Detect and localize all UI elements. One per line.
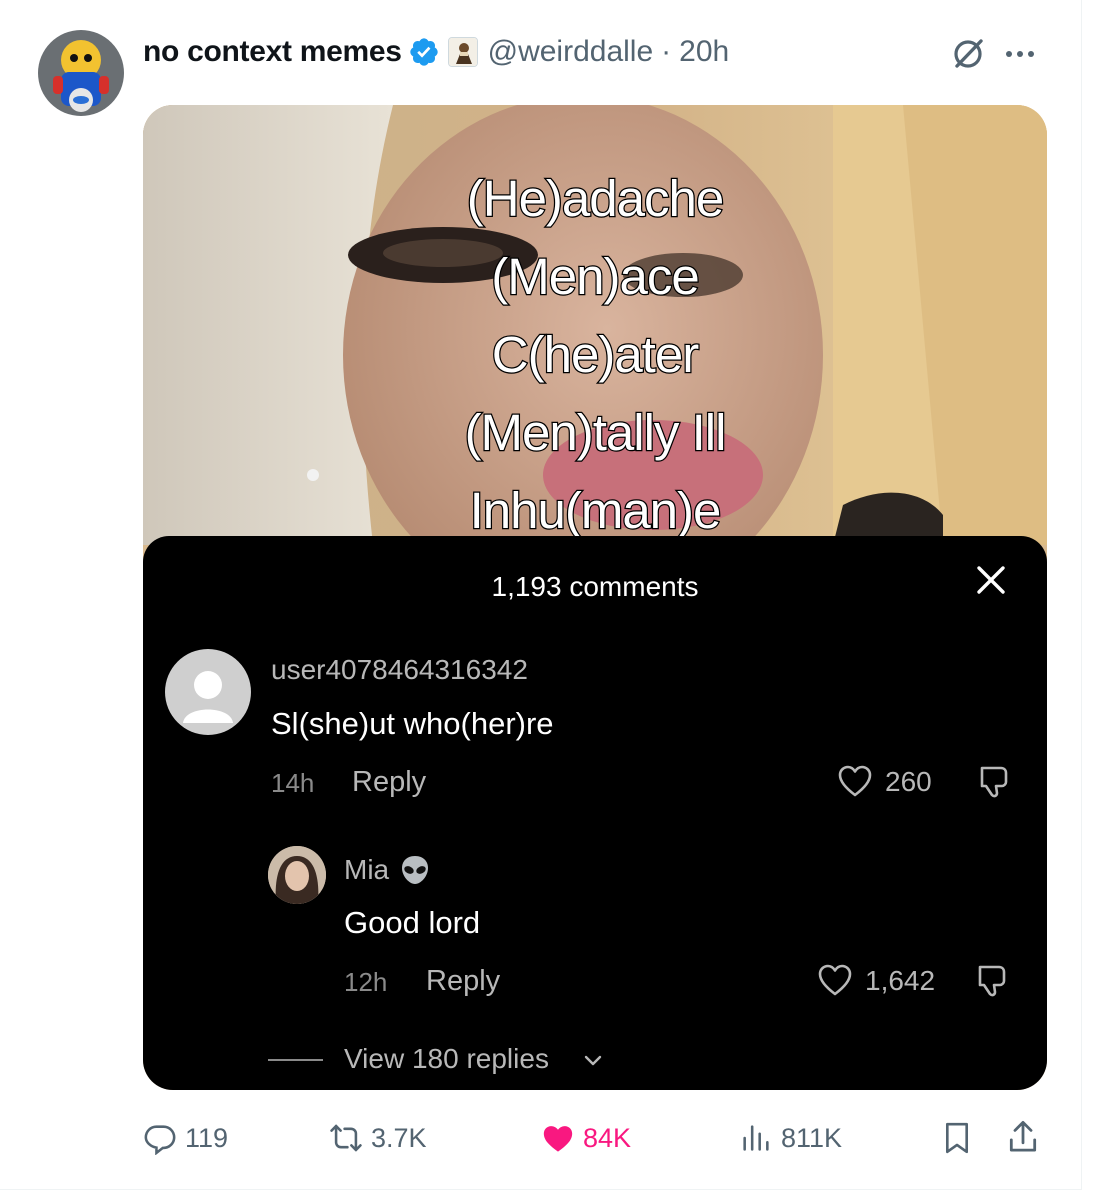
like-count: 84K — [583, 1122, 632, 1153]
more-options-icon[interactable] — [1000, 36, 1040, 72]
alien-emoji-icon — [402, 856, 428, 884]
reply-username: Mia — [344, 854, 390, 885]
dislike-icon — [980, 766, 1008, 798]
bookmark-icon[interactable] — [940, 1120, 974, 1156]
comment-username: user4078464316342 — [271, 654, 528, 685]
reply-icon — [144, 1125, 176, 1155]
share-icon[interactable] — [1005, 1118, 1041, 1156]
verified-badge-icon[interactable] — [408, 36, 440, 68]
heart-filled-icon — [543, 1126, 573, 1152]
repost-icon — [330, 1124, 362, 1152]
reply-like-count: 1,642 — [865, 965, 936, 996]
repost-count: 3.7K — [371, 1122, 427, 1153]
view-count: 811K — [781, 1122, 843, 1153]
meme-caption: (He)adache (Men)ace C(he)ater (Men)tally… — [143, 160, 1047, 550]
heart-outline-icon — [818, 964, 852, 996]
reply-author-avatar — [268, 846, 326, 904]
tweet-actions-bar: 119 3.7K 84K 811K — [143, 1118, 1047, 1158]
affiliate-badge-icon[interactable] — [447, 37, 478, 67]
reply-time: 12h — [344, 967, 388, 997]
view-replies-label: View 180 replies — [344, 1043, 549, 1074]
meme-line: (Men)tally Ill — [463, 403, 727, 463]
comment-text: Sl(she)ut who(her)re — [271, 706, 554, 741]
comment-time: 14h — [271, 768, 315, 798]
tweet-timestamp[interactable]: 20h — [679, 35, 729, 69]
reply-count: 119 — [185, 1122, 229, 1153]
meme-line: (He)adache — [466, 169, 726, 229]
view-replies-divider — [268, 1059, 323, 1061]
tweet-media[interactable]: (He)adache (Men)ace C(he)ater (Men)tally… — [143, 105, 1047, 1090]
comment-like-count: 260 — [885, 766, 932, 797]
views-button[interactable]: 811K — [739, 1118, 842, 1158]
commenter-avatar-placeholder — [165, 649, 251, 735]
display-name[interactable]: no context memes — [143, 35, 402, 69]
reply-text: Good lord — [344, 905, 481, 940]
repost-button[interactable]: 3.7K — [329, 1118, 427, 1158]
analytics-icon — [743, 1125, 769, 1151]
comment-reply-label: Reply — [352, 766, 427, 798]
meme-line: (Men)ace — [490, 247, 701, 307]
dislike-icon — [978, 965, 1006, 997]
reply-button[interactable]: 119 — [143, 1118, 228, 1158]
separator-dot: · — [661, 35, 672, 68]
close-icon — [977, 566, 1005, 594]
comments-count-title: 1,193 comments — [491, 571, 699, 602]
like-button[interactable]: 84K — [541, 1118, 631, 1158]
tweet-header: no context memes @weirddalle · 20h — [143, 30, 729, 74]
comments-panel: 1,193 comments user4078464316342 Sl(she)… — [143, 536, 1047, 1090]
chevron-down-icon — [584, 1055, 602, 1066]
author-handle[interactable]: @weirddalle — [488, 35, 654, 69]
author-avatar[interactable] — [38, 30, 124, 116]
heart-outline-icon — [838, 765, 872, 797]
tweet-card[interactable]: no context memes @weirddalle · 20h (He)a… — [0, 0, 1082, 1190]
reply-reply-label: Reply — [426, 965, 501, 997]
grok-icon[interactable] — [948, 34, 988, 74]
meme-line: C(he)ater — [491, 325, 701, 385]
